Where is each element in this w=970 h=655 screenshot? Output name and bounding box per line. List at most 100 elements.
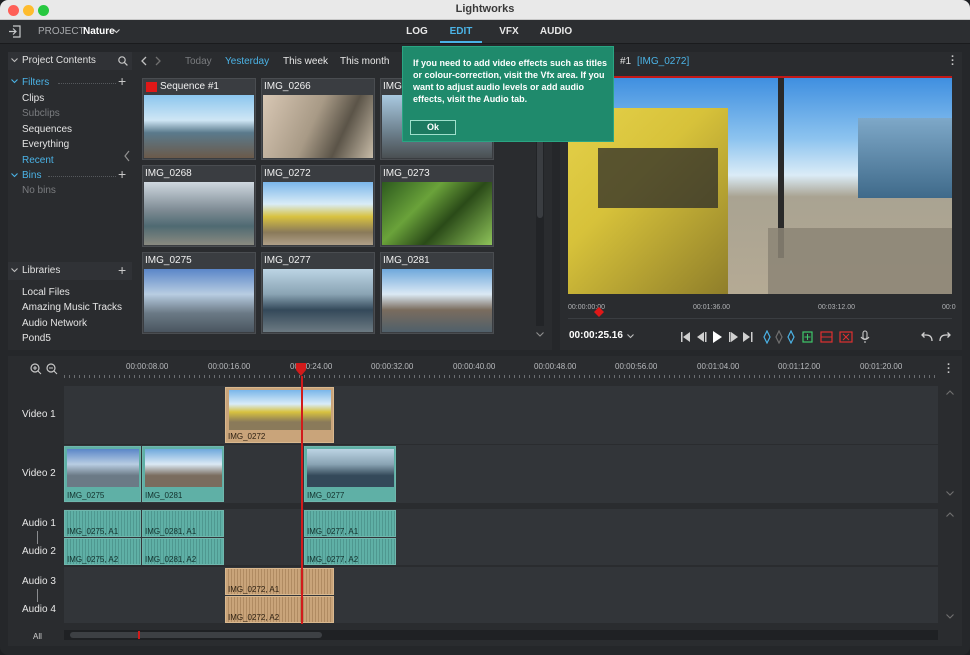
timeline-menu-icon[interactable]: · · · bbox=[947, 360, 951, 379]
track-label-audio-3[interactable]: Audio 3 bbox=[22, 576, 56, 587]
undo-icon[interactable] bbox=[920, 331, 934, 343]
exit-project-icon[interactable] bbox=[8, 25, 22, 38]
chevron-down-icon[interactable] bbox=[536, 332, 544, 337]
chevron-down-icon[interactable] bbox=[946, 614, 954, 619]
viewer-ruler-label: 00:01:36.00 bbox=[693, 304, 730, 311]
track-label-audio-4[interactable]: Audio 4 bbox=[22, 604, 56, 615]
playhead-line[interactable] bbox=[301, 376, 303, 624]
filter-item-everything[interactable]: Everything bbox=[22, 139, 69, 150]
add-bin-icon[interactable]: + bbox=[118, 166, 126, 182]
filter-item-clips[interactable]: Clips bbox=[22, 93, 44, 104]
thumb-img-0272[interactable]: IMG_0272 bbox=[261, 165, 375, 247]
track-label-audio-2[interactable]: Audio 2 bbox=[22, 546, 56, 557]
clip-video-2-img-0281[interactable]: IMG_0281 bbox=[142, 446, 224, 502]
thumb-label: IMG_0281 bbox=[383, 255, 430, 266]
forward-icon[interactable] bbox=[154, 56, 162, 66]
track-label-audio-1[interactable]: Audio 1 bbox=[22, 518, 56, 529]
clip-audio-2-img-0275[interactable]: IMG_0275, A2 bbox=[64, 538, 141, 565]
title-bar: Lightworks bbox=[0, 0, 970, 20]
add-filter-icon[interactable]: + bbox=[118, 73, 126, 89]
transport-controls bbox=[681, 330, 870, 344]
step-forward-icon[interactable] bbox=[729, 332, 738, 342]
clip-audio-4-img-0272[interactable]: IMG_0272, A2 bbox=[225, 596, 334, 623]
viewer-playhead-icon[interactable] bbox=[594, 307, 604, 317]
chevron-down-icon[interactable] bbox=[113, 29, 120, 34]
insert-icon[interactable] bbox=[802, 331, 813, 343]
viewer-ruler[interactable]: 00:00:00:00 00:01:36.00 00:03:12.00 00:0 bbox=[568, 304, 956, 317]
chevron-up-icon[interactable] bbox=[946, 390, 954, 395]
clip-audio-1-img-0277[interactable]: IMG_0277, A1 bbox=[304, 510, 396, 537]
thumb-sequence-1[interactable]: Sequence #1 bbox=[142, 78, 256, 160]
project-name[interactable]: Nature bbox=[83, 26, 115, 37]
clip-label: IMG_0272 bbox=[228, 432, 266, 441]
filter-item-recent[interactable]: Recent bbox=[22, 155, 54, 166]
thumb-img-0273[interactable]: IMG_0273 bbox=[380, 165, 494, 247]
clip-audio-1-img-0275[interactable]: IMG_0275, A1 bbox=[64, 510, 141, 537]
play-icon[interactable] bbox=[713, 331, 722, 343]
mark-out-icon[interactable] bbox=[787, 330, 795, 344]
chevron-down-icon bbox=[11, 268, 18, 273]
mark-in-icon[interactable] bbox=[763, 330, 771, 344]
track-label-video-2[interactable]: Video 2 bbox=[22, 468, 56, 479]
playhead-marker-icon[interactable] bbox=[296, 363, 306, 377]
tab-vfx[interactable]: VFX bbox=[492, 20, 526, 44]
bins-header[interactable]: Bins bbox=[22, 170, 41, 181]
chevron-down-icon[interactable] bbox=[627, 334, 634, 339]
scrollbar-thumb[interactable] bbox=[70, 632, 322, 638]
add-library-icon[interactable]: + bbox=[118, 261, 126, 279]
library-item-pond5[interactable]: Pond5 bbox=[22, 333, 51, 344]
viewer-timecode[interactable]: 00:00:25.16 bbox=[569, 330, 623, 341]
collapse-sidebar-icon[interactable] bbox=[123, 150, 131, 162]
clip-audio-2-img-0277[interactable]: IMG_0277, A2 bbox=[304, 538, 396, 565]
clip-audio-1-img-0281[interactable]: IMG_0281, A1 bbox=[142, 510, 224, 537]
library-item-local-files[interactable]: Local Files bbox=[22, 287, 70, 298]
tab-audio[interactable]: AUDIO bbox=[536, 20, 576, 44]
thumb-img-0281[interactable]: IMG_0281 bbox=[380, 252, 494, 334]
date-tab-today[interactable]: Today bbox=[185, 56, 212, 67]
library-item-audio-network[interactable]: Audio Network bbox=[22, 318, 87, 329]
back-icon[interactable] bbox=[140, 56, 148, 66]
go-to-start-icon[interactable] bbox=[681, 332, 690, 342]
ruler-label: 00:00:16.00 bbox=[208, 362, 251, 371]
clip-audio-2-img-0281[interactable]: IMG_0281, A2 bbox=[142, 538, 224, 565]
all-tracks-label[interactable]: All bbox=[33, 632, 42, 641]
project-contents-header[interactable]: Project Contents bbox=[8, 52, 132, 70]
date-tab-this-month[interactable]: This month bbox=[340, 56, 389, 67]
libraries-header[interactable]: Libraries + bbox=[8, 262, 132, 280]
chevron-down-icon[interactable] bbox=[946, 491, 954, 496]
filter-item-subclips[interactable]: Subclips bbox=[22, 108, 60, 119]
date-tab-yesterday[interactable]: Yesterday bbox=[225, 56, 269, 67]
search-icon[interactable] bbox=[118, 56, 128, 66]
date-tab-this-week[interactable]: This week bbox=[283, 56, 328, 67]
replace-icon[interactable] bbox=[839, 331, 853, 343]
filter-item-sequences[interactable]: Sequences bbox=[22, 124, 72, 135]
clip-video-2-img-0277[interactable]: IMG_0277 bbox=[304, 446, 396, 502]
mark-clear-icon[interactable] bbox=[775, 330, 783, 344]
timeline-horizontal-scrollbar[interactable] bbox=[64, 630, 938, 640]
library-item-amazing-music[interactable]: Amazing Music Tracks bbox=[22, 302, 122, 313]
track-video-1[interactable] bbox=[64, 386, 938, 444]
viewer-clip-name: [IMG_0272] bbox=[637, 56, 690, 67]
thumb-img-0268[interactable]: IMG_0268 bbox=[142, 165, 256, 247]
track-label-video-1[interactable]: Video 1 bbox=[22, 409, 56, 420]
thumb-img-0275[interactable]: IMG_0275 bbox=[142, 252, 256, 334]
go-to-end-icon[interactable] bbox=[743, 332, 753, 342]
chevron-up-icon[interactable] bbox=[946, 512, 954, 517]
timeline-ruler[interactable]: 00:00:08.00 00:00:16.00 00:00:24.00 00:0… bbox=[64, 362, 938, 378]
step-back-icon[interactable] bbox=[697, 332, 707, 342]
clip-audio-3-img-0272[interactable]: IMG_0272, A1 bbox=[225, 568, 334, 595]
microphone-icon[interactable] bbox=[860, 330, 870, 343]
zoom-in-icon[interactable] bbox=[30, 363, 42, 375]
overwrite-icon[interactable] bbox=[820, 331, 833, 343]
ok-button[interactable]: Ok bbox=[410, 120, 456, 135]
zoom-out-icon[interactable] bbox=[46, 363, 58, 375]
thumb-img-0266[interactable]: IMG_0266 bbox=[261, 78, 375, 160]
filters-header[interactable]: Filters bbox=[22, 77, 49, 88]
clip-video-1-img-0272[interactable]: IMG_0272 bbox=[225, 387, 334, 443]
clip-video-2-img-0275[interactable]: IMG_0275 bbox=[64, 446, 141, 502]
thumb-img-0277[interactable]: IMG_0277 bbox=[261, 252, 375, 334]
redo-icon[interactable] bbox=[938, 331, 952, 343]
tab-log[interactable]: LOG bbox=[400, 20, 434, 44]
track-audio-3-4[interactable] bbox=[64, 567, 938, 623]
viewer-menu-icon[interactable]: · · · bbox=[951, 52, 955, 71]
